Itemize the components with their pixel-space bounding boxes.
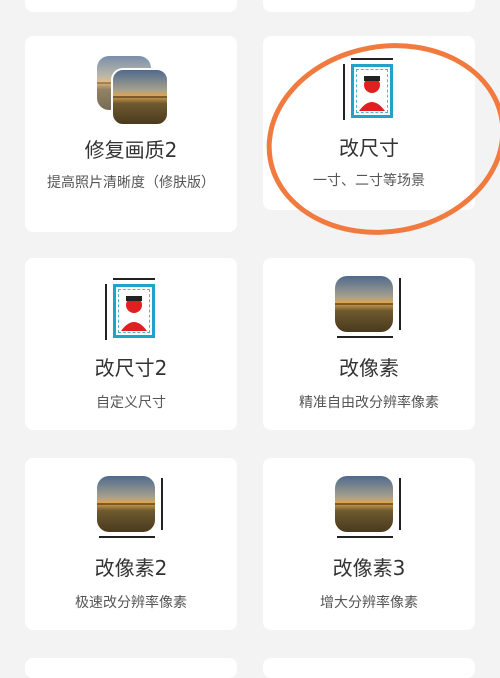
card-title: 改像素3 [332,556,406,580]
card-description: 增大分辨率像素 [320,595,418,611]
card-pixel-2[interactable]: 改像素2 极速改分辨率像素 [25,458,237,630]
card-description: 提高照片清晰度（修肤版） [47,175,215,191]
card-title: 修复画质2 [84,138,178,162]
card-title: 改尺寸 [339,136,399,160]
card-pixel-3[interactable]: 改像素3 增大分辨率像素 [263,458,475,630]
photo-stack-icon [97,56,169,126]
card-title: 改尺寸2 [94,356,168,380]
card-resize-2[interactable]: 改尺寸2 自定义尺寸 [25,258,237,430]
card-resize[interactable]: 改尺寸 一寸、二寸等场景 [263,36,475,210]
pixel-resize-icon [97,476,167,540]
card-partial-top-left[interactable] [25,0,237,12]
card-description: 精准自由改分辨率像素 [299,395,439,411]
card-title: 改像素 [339,356,399,380]
card-repair-quality-2[interactable]: 修复画质2 提高照片清晰度（修肤版） [25,36,237,232]
card-description: 一寸、二寸等场景 [313,173,425,189]
card-description: 自定义尺寸 [96,395,166,411]
card-partial-top-right[interactable] [263,0,475,12]
card-pixel[interactable]: 改像素 精准自由改分辨率像素 [263,258,475,430]
card-partial-bottom-left[interactable] [25,658,237,678]
card-title: 改像素2 [94,556,168,580]
card-partial-bottom-right[interactable] [263,658,475,678]
card-description: 极速改分辨率像素 [75,595,187,611]
pixel-resize-icon [335,476,405,540]
pixel-resize-icon [335,276,405,340]
id-photo-icon [343,58,403,120]
id-photo-icon [105,278,165,340]
